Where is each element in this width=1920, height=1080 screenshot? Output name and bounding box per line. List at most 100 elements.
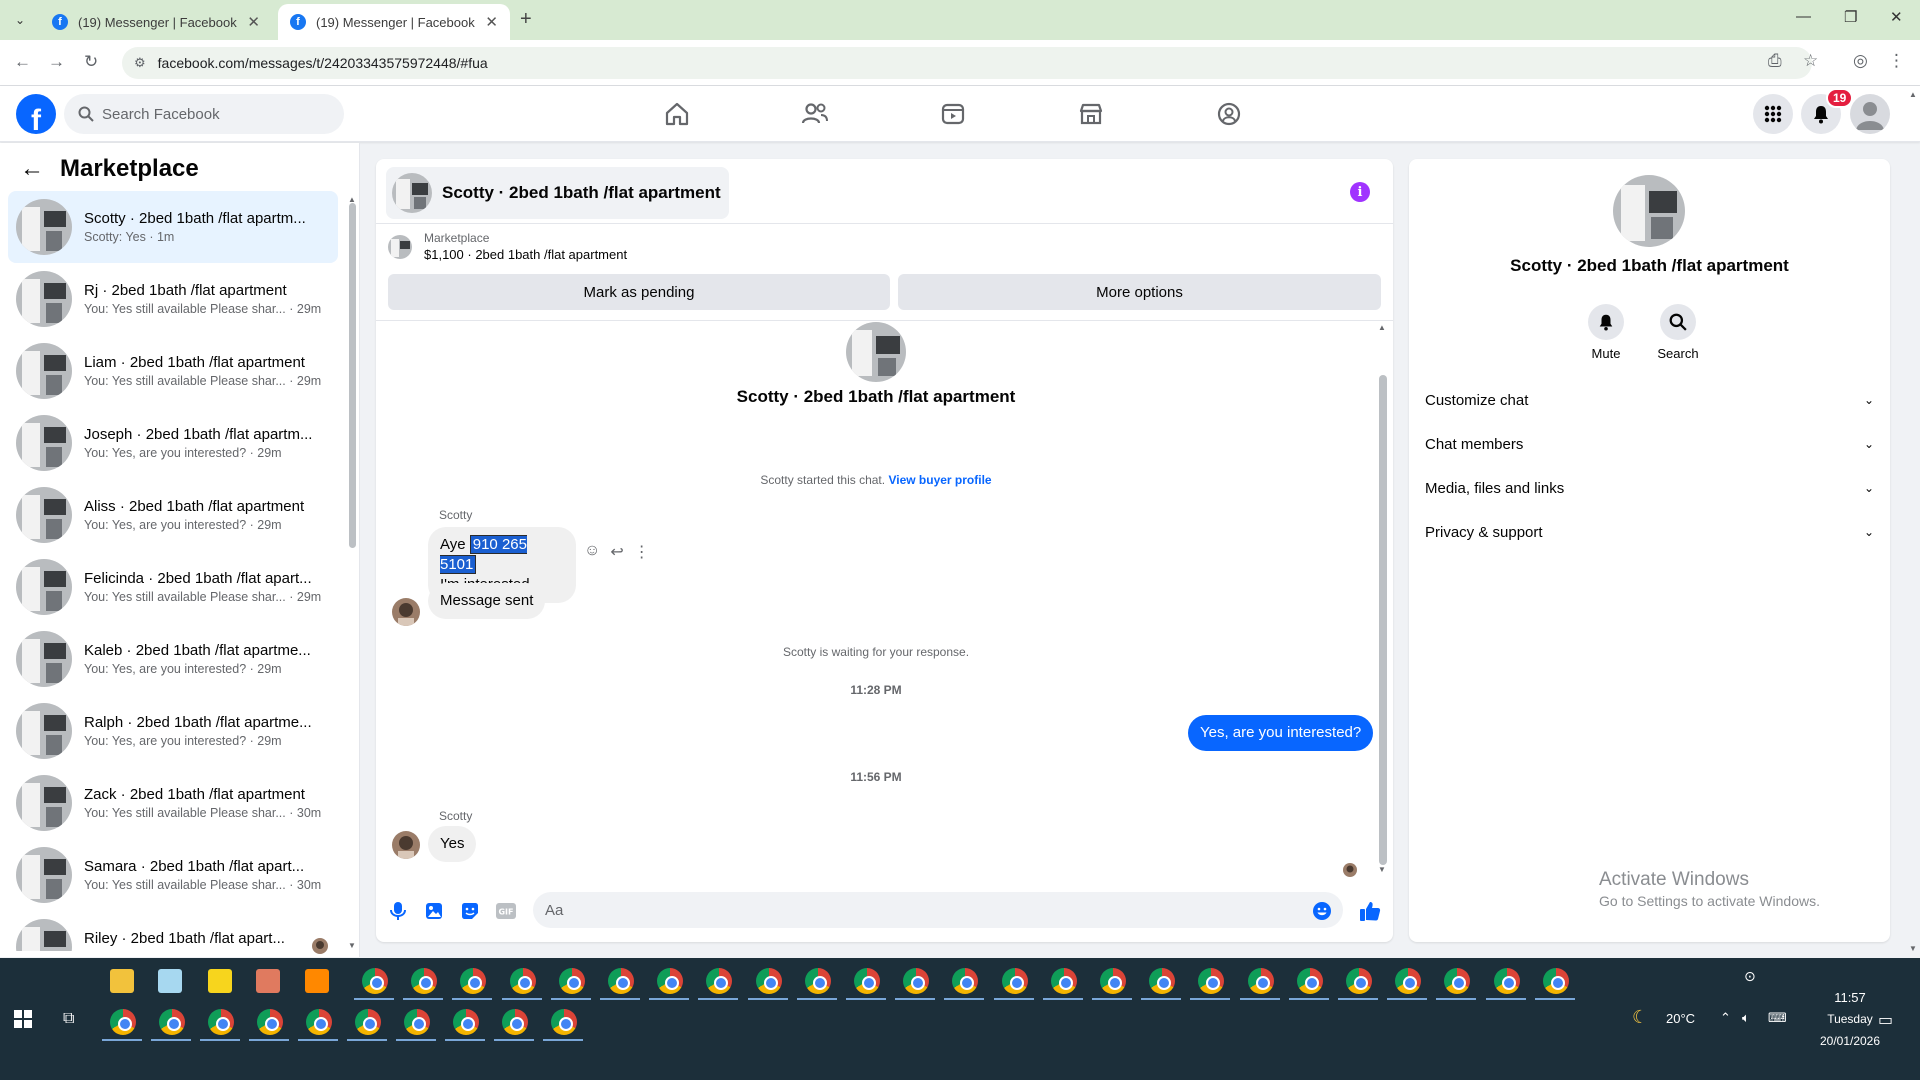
home-nav-icon[interactable]	[657, 94, 697, 134]
search-input[interactable]	[102, 105, 322, 123]
react-smiley-icon[interactable]: ☺	[584, 542, 600, 562]
photo-icon[interactable]	[423, 900, 445, 922]
more-options-button[interactable]: More options	[898, 274, 1381, 310]
weather-moon-icon[interactable]: ☾	[1632, 1007, 1648, 1028]
chrome-taskbar-icon[interactable]	[1100, 968, 1126, 994]
chrome-taskbar-icon[interactable]	[558, 968, 585, 994]
new-tab-icon[interactable]: +	[520, 8, 532, 31]
chat-header[interactable]: Scotty · 2bed 1bath /flat apartment	[386, 167, 729, 219]
conversation-item[interactable]: Ralph · 2bed 1bath /flat apartme... You: …	[8, 695, 338, 767]
notepad-icon[interactable]	[158, 969, 182, 993]
chrome-taskbar-icon[interactable]	[306, 1009, 332, 1035]
chrome-taskbar-icon[interactable]	[1198, 968, 1225, 994]
bookmark-star-icon[interactable]: ☆	[1803, 51, 1818, 71]
conversation-item[interactable]: Joseph · 2bed 1bath /flat apartm... You: …	[8, 407, 338, 479]
chrome-taskbar-icon[interactable]	[551, 1009, 577, 1035]
back-icon[interactable]: ←	[14, 52, 31, 72]
incoming-message-bubble[interactable]: Yes	[428, 826, 477, 862]
chrome-taskbar-icon[interactable]	[1493, 968, 1520, 994]
conversation-item[interactable]: Rj · 2bed 1bath /flat apartment You: Yes …	[8, 263, 338, 335]
conversation-item[interactable]: Liam · 2bed 1bath /flat apartment You: Ye…	[8, 335, 338, 407]
chrome-taskbar-icon[interactable]	[1444, 968, 1471, 994]
scroll-up-icon[interactable]: ▲	[1378, 323, 1386, 332]
media-files-links-row[interactable]: Media, files and links ⌄	[1425, 470, 1874, 506]
chat-members-row[interactable]: Chat members ⌄	[1425, 426, 1874, 462]
file-explorer-icon[interactable]	[110, 969, 134, 993]
mark-pending-button[interactable]: Mark as pending	[388, 274, 890, 310]
chrome-taskbar-icon[interactable]	[208, 1009, 234, 1035]
facebook-logo-icon[interactable]: f	[16, 94, 56, 134]
chrome-taskbar-icon[interactable]	[706, 968, 733, 994]
outgoing-message-bubble[interactable]: Yes, are you interested?	[1188, 715, 1374, 751]
chat-scrollbar[interactable]	[1379, 375, 1387, 865]
conversation-item[interactable]: Samara · 2bed 1bath /flat apart... You: Y…	[8, 839, 338, 911]
volume-icon[interactable]: 🔈︎	[1742, 1010, 1750, 1026]
chrome-taskbar-icon[interactable]	[854, 968, 880, 994]
chrome-taskbar-icon[interactable]	[159, 1009, 185, 1035]
video-nav-icon[interactable]	[933, 94, 973, 134]
chrome-taskbar-icon[interactable]	[1395, 968, 1422, 994]
search-in-chat-button[interactable]: Search	[1648, 304, 1708, 361]
chrome-taskbar-icon[interactable]	[411, 968, 438, 994]
scroll-down-icon[interactable]: ▼	[1378, 865, 1386, 874]
chrome-taskbar-icon[interactable]	[453, 1009, 479, 1035]
conversation-item[interactable]: Riley · 2bed 1bath /flat apart... You: Ye…	[8, 911, 338, 951]
chrome-taskbar-icon[interactable]	[1542, 968, 1569, 994]
chrome-taskbar-icon[interactable]	[1346, 968, 1372, 994]
weather-temperature[interactable]: 20°C	[1666, 1011, 1695, 1026]
page-scroll-up-icon[interactable]: ▲	[1909, 90, 1917, 99]
sticker-icon[interactable]	[459, 900, 481, 922]
menu-grid-icon[interactable]	[1753, 94, 1793, 134]
meet-now-icon[interactable]: ⊙	[1744, 968, 1756, 985]
chrome-taskbar-icon[interactable]	[1247, 968, 1274, 994]
conversation-item[interactable]: Zack · 2bed 1bath /flat apartment You: Ye…	[8, 767, 338, 839]
chrome-taskbar-icon[interactable]	[460, 968, 487, 994]
account-avatar[interactable]	[1850, 94, 1890, 134]
minimize-icon[interactable]: —	[1796, 8, 1811, 25]
conversation-item[interactable]: Aliss · 2bed 1bath /flat apartment You: Y…	[8, 479, 338, 551]
listing-info[interactable]: Marketplace $1,100 · 2bed 1bath /flat ap…	[388, 231, 627, 262]
chrome-taskbar-icon[interactable]	[952, 968, 979, 994]
page-scroll-down-icon[interactable]: ▼	[1909, 944, 1917, 953]
close-tab-icon[interactable]: ✕	[485, 13, 498, 31]
scroll-down-icon[interactable]: ▼	[348, 941, 356, 950]
facebook-search[interactable]	[64, 94, 344, 134]
windows-start-icon[interactable]	[14, 1010, 32, 1028]
chrome-taskbar-icon[interactable]	[1149, 968, 1176, 994]
clock-date[interactable]: 20/01/2026	[1800, 1034, 1900, 1048]
profile-icon[interactable]: ◎	[1853, 51, 1868, 71]
task-view-icon[interactable]: ⧉	[63, 1010, 74, 1028]
sidebar-scrollbar[interactable]	[349, 203, 356, 548]
keyboard-icon[interactable]: ⌨	[1768, 1010, 1787, 1026]
close-window-icon[interactable]: ✕	[1890, 8, 1903, 26]
tab-search-button[interactable]: ⌄	[6, 8, 34, 32]
reply-icon[interactable]: ↩	[610, 542, 623, 562]
message-input[interactable]	[533, 892, 1343, 928]
thumbs-up-icon[interactable]	[1359, 900, 1381, 922]
conversation-item[interactable]: Scotty · 2bed 1bath /flat apartm... Scott…	[8, 191, 338, 263]
vlc-icon[interactable]	[305, 969, 329, 993]
emoji-icon[interactable]	[1311, 900, 1333, 922]
chrome-taskbar-icon[interactable]	[502, 1009, 528, 1035]
mute-button[interactable]: Mute	[1576, 304, 1636, 361]
reload-icon[interactable]: ↻	[84, 52, 98, 72]
install-app-icon[interactable]: ⎙	[1768, 51, 1782, 71]
chrome-taskbar-icon[interactable]	[509, 968, 536, 994]
conversation-item[interactable]: Felicinda · 2bed 1bath /flat apart... You…	[8, 551, 338, 623]
gif-icon[interactable]: GIF	[495, 900, 517, 922]
view-buyer-profile-link[interactable]: View buyer profile	[888, 473, 991, 487]
more-dots-icon[interactable]: ⋮	[634, 542, 650, 562]
info-icon[interactable]: i	[1350, 182, 1370, 202]
chrome-taskbar-icon[interactable]	[404, 1009, 430, 1035]
paint-icon[interactable]	[256, 969, 280, 993]
chrome-taskbar-icon[interactable]	[804, 968, 831, 994]
forward-icon[interactable]: →	[48, 52, 65, 72]
back-arrow-icon[interactable]: ←	[20, 155, 44, 183]
browser-tab-2-active[interactable]: f (19) Messenger | Facebook ✕	[278, 4, 510, 40]
show-hidden-icons-icon[interactable]: ⌃	[1720, 1010, 1731, 1026]
browser-menu-icon[interactable]: ⋮	[1888, 51, 1905, 71]
chrome-taskbar-icon[interactable]	[755, 968, 782, 994]
restore-icon[interactable]: ❐	[1844, 8, 1857, 26]
url-field[interactable]: ⚙ facebook.com/messages/t/24203343575972…	[122, 47, 1812, 79]
close-tab-icon[interactable]: ✕	[247, 13, 260, 31]
